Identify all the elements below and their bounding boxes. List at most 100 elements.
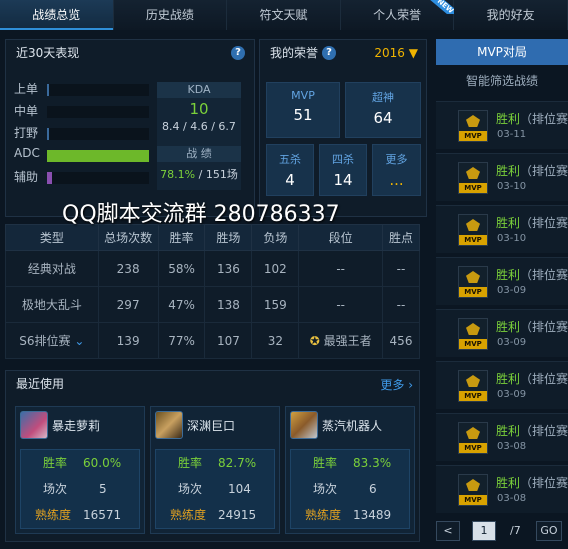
page-input[interactable]: 1 [472, 521, 496, 541]
mvp-icon: MVP [458, 474, 488, 506]
match-result: 胜利（排位赛） [496, 110, 568, 127]
col-rate: 胜率 [157, 224, 206, 251]
cell-points: -- [382, 250, 420, 287]
mvp-match-item[interactable]: MVP 胜利（排位赛） 03-09 [436, 309, 568, 357]
smart-filter-link[interactable]: 智能筛选战绩 [436, 66, 568, 96]
match-result-text: 胜利 [496, 164, 521, 178]
cell-points: 456 [382, 322, 420, 359]
honor-legendary-value: 64 [373, 109, 393, 127]
cell-total: 139 [97, 322, 159, 359]
role-bar-track [47, 172, 149, 184]
mvp-match-item[interactable]: MVP 胜利（排位赛） 03-08 [436, 465, 568, 513]
hero-name: 蒸汽机器人 [322, 419, 383, 433]
tab-history[interactable]: 历史战绩 [113, 0, 228, 30]
mvp-tag: MVP [459, 235, 487, 245]
cell-type[interactable]: S6排位赛 ⌄ [5, 322, 99, 359]
hero-stat-row: 胜率 82.7% [156, 450, 274, 476]
hero-card[interactable]: 蒸汽机器人 胜率 83.3% 场次 6 熟练度 13489 [285, 406, 415, 534]
mvp-panel-title[interactable]: MVP对局 [436, 39, 568, 65]
help-icon[interactable]: ? [231, 46, 245, 60]
role-bar-track [47, 106, 149, 118]
role-label: 上单 [14, 82, 39, 96]
hero-stat-label: 熟练度 [170, 508, 207, 522]
hero-avatar [20, 411, 48, 439]
tab-honor[interactable]: 个人荣誉 NEW [340, 0, 456, 30]
match-mode: （排位赛） [520, 216, 568, 230]
cell-total: 238 [97, 250, 159, 287]
honor-legendary[interactable]: 超神 64 [345, 82, 421, 138]
match-date: 03-11 [497, 129, 527, 140]
role-label: ADC [14, 146, 40, 160]
table-row: S6排位赛 ⌄ 139 77% 107 32 ✪ 最强王者 456 [5, 322, 420, 359]
stats-table: 类型 总场次数 胜率 胜场 负场 段位 胜点 经典对战 238 58% 136 … [5, 224, 420, 359]
mvp-icon: MVP [458, 110, 488, 142]
year-value: 2016 [374, 46, 405, 60]
role-bar-track [47, 84, 149, 96]
mvp-match-item[interactable]: MVP 胜利（排位赛） 03-10 [436, 153, 568, 201]
role-bar-track [47, 128, 149, 140]
honor-quadra-value: 14 [333, 171, 353, 189]
honor-quadra-label: 四杀 [332, 153, 354, 166]
mvp-tag: MVP [459, 495, 487, 505]
hero-stat-label: 熟练度 [305, 508, 342, 522]
match-mode: （排位赛） [520, 424, 568, 438]
hero-stats: 胜率 83.3% 场次 6 熟练度 13489 [290, 449, 410, 529]
col-points: 胜点 [382, 224, 420, 251]
hero-stat-value: 104 [228, 482, 251, 496]
hero-card[interactable]: 暴走萝莉 胜率 60.0% 场次 5 熟练度 16571 [15, 406, 145, 534]
role-bar-fill [47, 84, 50, 96]
prev-page-button[interactable]: < [436, 521, 460, 541]
match-date: 03-08 [497, 493, 527, 504]
mvp-match-item[interactable]: MVP 胜利（排位赛） 03-10 [436, 205, 568, 253]
col-type: 类型 [5, 224, 99, 251]
kda-detail: 8.4 / 4.6 / 6.7 [162, 120, 236, 133]
help-icon[interactable]: ? [322, 46, 336, 60]
hero-avatar [155, 411, 183, 439]
mvp-match-item[interactable]: MVP 胜利（排位赛） 03-08 [436, 413, 568, 461]
col-rank: 段位 [298, 224, 384, 251]
role-label: 打野 [14, 126, 39, 140]
match-result-text: 胜利 [496, 320, 521, 334]
cell-rate: 47% [157, 286, 206, 323]
hero-stat-label: 胜率 [313, 456, 338, 470]
mvp-match-item[interactable]: MVP 胜利（排位赛） 03-11 [436, 101, 568, 149]
record-value: 78.1% / 151场 [157, 162, 241, 188]
tab-runes[interactable]: 符文天赋 [227, 0, 341, 30]
hero-stat-row: 胜率 83.3% [291, 450, 409, 476]
role-label: 辅助 [14, 170, 39, 184]
pagination: < 1 /7 GO [436, 518, 568, 544]
honor-mvp[interactable]: MVP 51 [266, 82, 340, 138]
mvp-icon: MVP [458, 370, 488, 402]
cell-wins: 138 [204, 286, 253, 323]
year-select[interactable]: 2016 ▼ [374, 46, 418, 60]
honor-more-value: ... [389, 171, 404, 189]
hero-stats: 胜率 60.0% 场次 5 熟练度 16571 [20, 449, 140, 529]
tab-friends[interactable]: 我的好友 [454, 0, 568, 30]
recent-more-link[interactable]: 更多 › [380, 376, 413, 393]
role-row-jungle: 打野 [14, 122, 154, 144]
hero-stat-label: 场次 [178, 482, 203, 496]
go-button[interactable]: GO [536, 521, 562, 541]
cell-type: 经典对战 [5, 250, 99, 287]
role-row-mid: 中单 [14, 100, 154, 122]
mvp-match-item[interactable]: MVP 胜利（排位赛） 03-09 [436, 361, 568, 409]
cell-rate: 58% [157, 250, 206, 287]
table-row: 极地大乱斗 297 47% 138 159 -- -- [5, 286, 420, 323]
col-wins: 胜场 [204, 224, 253, 251]
match-result-text: 胜利 [496, 268, 521, 282]
hero-stat-label: 胜率 [178, 456, 203, 470]
cell-wins: 107 [204, 322, 253, 359]
rank-name: 最强王者 [323, 334, 372, 348]
hero-stat-value: 82.7% [218, 456, 257, 470]
hero-card[interactable]: 深渊巨口 胜率 82.7% 场次 104 熟练度 24915 [150, 406, 280, 534]
honor-quadra[interactable]: 四杀 14 [319, 144, 367, 196]
cell-rate: 77% [157, 322, 206, 359]
chevron-down-icon[interactable]: ⌄ [74, 334, 84, 348]
honor-more[interactable]: 更多 ... [372, 144, 421, 196]
honor-penta-label: 五杀 [279, 153, 301, 166]
hero-stat-value: 83.3% [353, 456, 392, 470]
tab-overview[interactable]: 战绩总览 [0, 0, 114, 30]
honor-penta[interactable]: 五杀 4 [266, 144, 314, 196]
mvp-match-item[interactable]: MVP 胜利（排位赛） 03-09 [436, 257, 568, 305]
match-mode: （排位赛） [520, 320, 568, 334]
